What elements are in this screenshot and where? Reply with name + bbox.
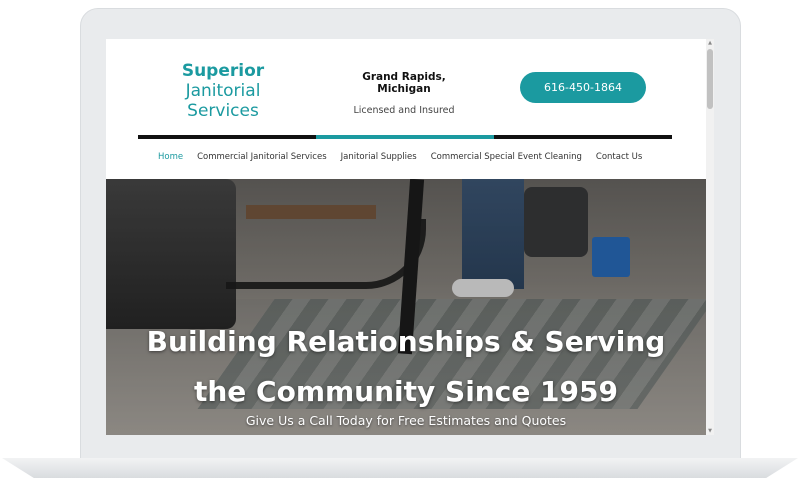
hero-subtitle: Give Us a Call Today for Free Estimates … [245, 413, 567, 428]
scroll-up-arrow-icon[interactable]: ▲ [707, 40, 713, 46]
nav-item-janitorial-supplies[interactable]: Janitorial Supplies [341, 152, 417, 162]
browser-screen: Superior Janitorial Services Grand Rapid… [106, 39, 714, 435]
hero-title-line-1: Building Relationships & Serving [146, 325, 666, 358]
page-scrollbar[interactable]: ▲ ▼ [706, 39, 714, 435]
logo-line-2: Janitorial [185, 81, 261, 101]
header-divider-right [494, 135, 672, 139]
scrollbar-thumb[interactable] [707, 49, 713, 109]
nav-item-commercial-janitorial-services[interactable]: Commercial Janitorial Services [197, 152, 327, 162]
header-divider-middle [316, 135, 494, 139]
main-nav: Home Commercial Janitorial Services Jani… [158, 152, 658, 162]
hero-title: Building Relationships & Serving the Com… [106, 317, 706, 417]
logo-line-1: Superior [181, 61, 265, 81]
header-divider-left [138, 135, 316, 139]
hero-title-line-2: the Community Since 1959 [193, 375, 618, 408]
site-logo[interactable]: Superior Janitorial Services [168, 61, 278, 121]
header-address: Grand Rapids, Michigan Licensed and Insu… [334, 71, 474, 116]
hero-banner: Building Relationships & Serving the Com… [106, 179, 706, 435]
header-city: Grand Rapids, Michigan [362, 71, 446, 95]
header-license: Licensed and Insured [353, 105, 455, 116]
nav-item-contact-us[interactable]: Contact Us [596, 152, 642, 162]
logo-line-3: Services [187, 101, 259, 121]
nav-item-home[interactable]: Home [158, 152, 183, 162]
phone-button[interactable]: 616-450-1864 [520, 72, 646, 103]
scroll-down-arrow-icon[interactable]: ▼ [707, 428, 713, 434]
nav-item-special-event-cleaning[interactable]: Commercial Special Event Cleaning [431, 152, 582, 162]
laptop-base [2, 458, 798, 478]
